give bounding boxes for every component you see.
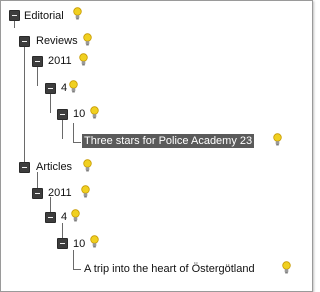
tree-node-article-item[interactable]: A trip into the heart of Östergötland: [82, 262, 257, 276]
collapse-toggle-articles[interactable]: [19, 162, 30, 173]
tree-node-articles[interactable]: Articles: [34, 160, 74, 174]
lightbulb-icon[interactable]: [273, 133, 282, 146]
collapse-toggle-articles-2011[interactable]: [32, 188, 43, 199]
lightbulb-icon[interactable]: [69, 80, 78, 93]
tree-connector: [50, 93, 51, 113]
tree-connector: [24, 46, 25, 163]
tree-connector: [73, 123, 74, 142]
tree-node-reviews-day[interactable]: 10: [71, 107, 87, 121]
tree-connector: [62, 119, 63, 139]
collapse-toggle-reviews-2011[interactable]: [32, 56, 43, 67]
lightbulb-icon[interactable]: [79, 53, 88, 66]
lightbulb-icon[interactable]: [81, 185, 90, 198]
tree-node-articles-month[interactable]: 4: [59, 210, 69, 224]
tree-node-articles-day[interactable]: 10: [71, 237, 87, 251]
tree-node-reviews-2011[interactable]: 2011: [46, 54, 74, 68]
tree-node-reviews[interactable]: Reviews: [34, 34, 80, 48]
tree-node-articles-2011[interactable]: 2011: [46, 186, 74, 200]
tree-node-editorial[interactable]: Editorial: [22, 9, 66, 23]
lightbulb-icon[interactable]: [73, 7, 82, 20]
collapse-toggle-editorial[interactable]: [9, 10, 20, 21]
lightbulb-icon[interactable]: [90, 235, 99, 248]
collapse-toggle-reviews-day[interactable]: [57, 109, 68, 120]
tree-node-review-item[interactable]: Three stars for Police Academy 23: [82, 134, 255, 148]
tree-panel: Editorial Reviews 2011 4 10 Three stars …: [0, 0, 313, 292]
content-tree: Editorial Reviews 2011 4 10 Three stars …: [1, 1, 312, 291]
collapse-toggle-reviews[interactable]: [19, 36, 30, 47]
lightbulb-icon[interactable]: [83, 159, 92, 172]
lightbulb-icon[interactable]: [282, 261, 291, 274]
lightbulb-icon[interactable]: [90, 106, 99, 119]
collapse-toggle-articles-month[interactable]: [45, 212, 56, 223]
collapse-toggle-articles-day[interactable]: [57, 238, 68, 249]
tree-connector: [73, 250, 74, 269]
tree-connector: [37, 66, 38, 86]
lightbulb-icon[interactable]: [83, 33, 92, 46]
lightbulb-icon[interactable]: [71, 209, 80, 222]
collapse-toggle-reviews-month[interactable]: [45, 83, 56, 94]
tree-connector: [73, 142, 81, 143]
tree-connector: [73, 269, 81, 270]
tree-connector: [14, 20, 15, 28]
tree-node-reviews-month[interactable]: 4: [59, 81, 69, 95]
